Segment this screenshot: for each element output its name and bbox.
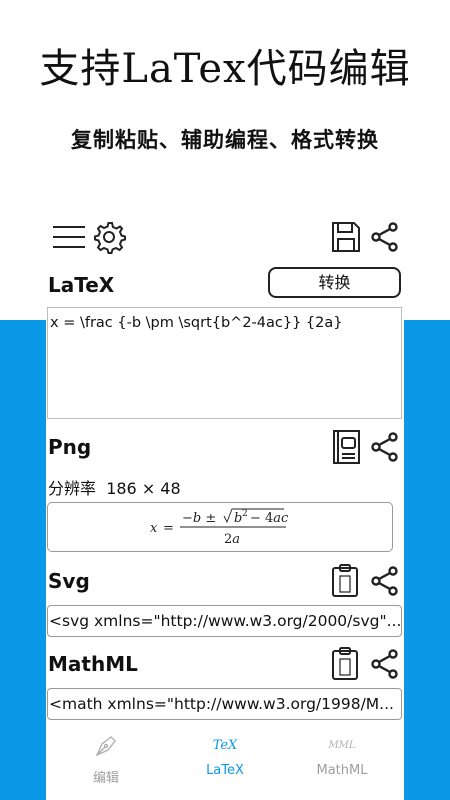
share-icon[interactable] [371,649,399,679]
latex-section-title: LaTeX [48,273,115,297]
svg-text:−b ±: −b ± [182,511,216,526]
resolution-label: 分辨率 [48,479,97,498]
clipboard-icon[interactable] [331,647,359,681]
nav-label-edit: 编辑 [92,771,119,786]
png-section-title: Png [48,435,92,459]
nav-item-edit[interactable]: 编辑 [56,733,156,786]
share-icon[interactable] [371,432,399,462]
latex-input[interactable]: x = \frac {-b \pm \sqrt{b^2-4ac}} {2a} [47,307,402,419]
formula-image: x = −b ± b 2 − 4ac 2a [150,508,289,547]
mathml-section-title: MathML [48,652,138,676]
mathml-code-field[interactable]: <math xmlns="http://www.w3.org/1998/M... [47,688,402,720]
mml-icon: MML [328,740,356,751]
tex-icon: TeX [212,738,238,753]
svg-text:x: x [150,521,158,536]
svg-section-title: Svg [48,569,90,593]
gear-icon[interactable] [92,220,126,254]
image-album-icon[interactable] [331,429,361,465]
promo-subheadline: 复制粘贴、辅助编程、格式转换 [71,128,379,152]
png-preview: x = −b ± b 2 − 4ac 2a [47,502,393,552]
nav-item-mathml[interactable]: MML MathML [292,733,392,778]
resolution-value: 186 × 48 [106,479,181,498]
convert-button[interactable]: 转换 [268,267,401,298]
nav-item-latex[interactable]: TeX LaTeX [175,733,275,778]
nav-label-mathml: MathML [316,763,368,778]
bottom-navigation: 编辑 TeX LaTeX MML MathML [46,733,404,793]
svg-text:2a: 2a [224,532,240,547]
app-toolbar [46,217,404,261]
share-icon[interactable] [371,222,399,252]
pen-nib-icon [95,736,116,757]
resolution-row: 分辨率 186 × 48 [48,475,181,499]
clipboard-icon[interactable] [331,564,359,598]
promo-headline: 支持LaTex代码编辑 [39,46,411,92]
save-icon[interactable] [331,221,361,253]
app-screen: LaTeX 转换 x = \frac {-b \pm \sqrt{b^2-4ac… [46,205,404,800]
share-icon[interactable] [371,566,399,596]
nav-label-latex: LaTeX [206,763,244,778]
menu-icon[interactable] [52,223,86,251]
svg-text:=: = [163,521,174,536]
svg-text:2: 2 [242,509,248,519]
svg-code-field[interactable]: <svg xmlns="http://www.w3.org/2000/svg".… [47,605,402,637]
svg-text:− 4ac: − 4ac [250,511,289,526]
